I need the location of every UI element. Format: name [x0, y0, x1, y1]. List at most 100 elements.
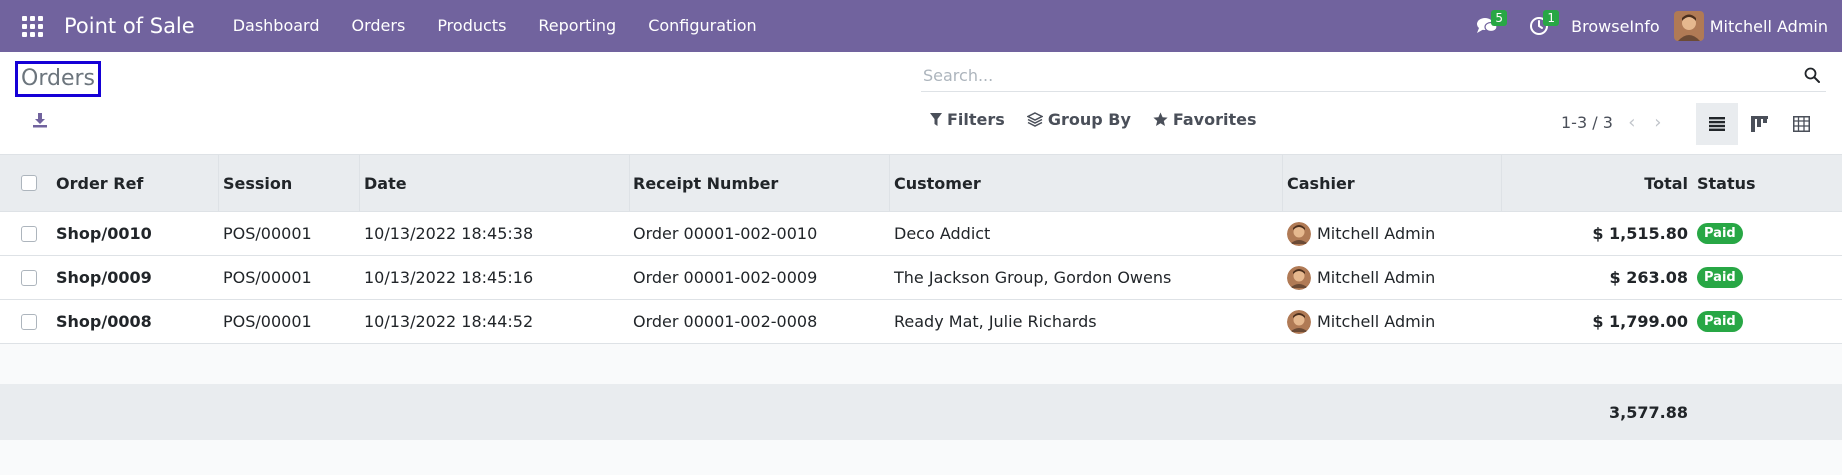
order-ref-cell: Shop/0008 [56, 312, 152, 331]
status-cell: Paid [1697, 300, 1743, 343]
select-all-checkbox[interactable] [21, 175, 37, 191]
menu-dashboard[interactable]: Dashboard [217, 0, 336, 52]
cashier-cell: Mitchell Admin [1287, 212, 1435, 255]
list-icon [1709, 117, 1725, 131]
pager: 1-3 / 3 ‹ › [1561, 112, 1671, 133]
cashier-name: Mitchell Admin [1317, 268, 1436, 287]
search-bar [921, 60, 1826, 92]
messages-button[interactable]: 5 [1461, 0, 1513, 52]
table-row[interactable]: Shop/0009 POS/00001 10/13/2022 18:45:16 … [0, 256, 1842, 300]
download-icon [33, 113, 47, 128]
cashier-name: Mitchell Admin [1317, 224, 1436, 243]
cashier-avatar [1287, 265, 1311, 290]
app-brand[interactable]: Point of Sale [64, 14, 217, 38]
receipt-cell: Order 00001-002-0008 [633, 312, 818, 331]
filters-label: Filters [947, 110, 1005, 129]
search-input[interactable] [921, 60, 1781, 90]
date-cell: 10/13/2022 18:45:16 [364, 268, 534, 287]
activities-button[interactable]: 1 [1513, 0, 1565, 52]
date-cell: 10/13/2022 18:44:52 [364, 312, 534, 331]
pivot-view-button[interactable] [1780, 103, 1822, 145]
column-status[interactable]: Status [1697, 155, 1756, 211]
table-row[interactable]: Shop/0010 POS/00001 10/13/2022 18:45:38 … [0, 212, 1842, 256]
order-ref-cell: Shop/0009 [56, 268, 152, 287]
menu-products[interactable]: Products [421, 0, 522, 52]
table-empty-space [0, 344, 1842, 384]
pager-value[interactable]: 1-3 / 3 [1561, 113, 1613, 132]
kanban-view-button[interactable] [1738, 103, 1780, 145]
group-by-label: Group By [1047, 110, 1131, 129]
status-badge: Paid [1697, 223, 1743, 244]
table-footer: 3,577.88 [0, 384, 1842, 440]
order-ref-cell: Shop/0010 [56, 224, 152, 243]
cashier-cell: Mitchell Admin [1287, 256, 1435, 299]
layers-icon [1026, 112, 1043, 127]
column-total[interactable]: Total [1506, 155, 1688, 211]
search-icon[interactable] [1804, 67, 1820, 83]
search-options: Filters Group By Favorites [930, 110, 1278, 129]
column-date[interactable]: Date [364, 155, 407, 211]
sum-total: 3,577.88 [1609, 402, 1688, 422]
row-select-cell [21, 256, 37, 299]
list-view-button[interactable] [1696, 103, 1738, 145]
total-cell: $ 1,515.80 [1592, 224, 1688, 243]
table-header: Order Ref Session Date Receipt Number Cu… [0, 154, 1842, 212]
user-avatar [1673, 11, 1704, 41]
session-cell: POS/00001 [223, 268, 312, 287]
column-receipt-number[interactable]: Receipt Number [633, 155, 778, 211]
receipt-cell: Order 00001-002-0010 [633, 224, 818, 243]
row-checkbox[interactable] [21, 313, 37, 330]
top-navbar: Point of Sale Dashboard Orders Products … [0, 0, 1842, 52]
column-separator [629, 155, 630, 211]
select-all-cell [21, 155, 37, 211]
view-switcher [1696, 103, 1822, 145]
session-cell: POS/00001 [223, 224, 312, 243]
status-badge: Paid [1697, 267, 1743, 288]
favorites-button[interactable]: Favorites [1153, 110, 1257, 129]
menu-configuration[interactable]: Configuration [632, 0, 773, 52]
column-separator [218, 155, 219, 211]
user-menu[interactable]: Mitchell Admin [1673, 11, 1842, 41]
user-name: Mitchell Admin [1709, 16, 1828, 36]
row-checkbox[interactable] [21, 225, 37, 242]
kanban-icon [1750, 116, 1768, 132]
status-cell: Paid [1697, 256, 1743, 299]
row-checkbox[interactable] [21, 269, 37, 286]
customer-cell: Ready Mat, Julie Richards [894, 312, 1097, 331]
customer-cell: The Jackson Group, Gordon Owens [894, 268, 1172, 287]
column-separator [889, 155, 890, 211]
apps-grid-icon [21, 15, 43, 37]
export-button[interactable] [32, 112, 48, 132]
messages-count-badge: 5 [1491, 10, 1508, 26]
status-badge: Paid [1697, 311, 1743, 332]
group-by-button[interactable]: Group By [1026, 110, 1131, 129]
date-cell: 10/13/2022 18:45:38 [364, 224, 534, 243]
star-icon [1153, 112, 1168, 126]
pager-next-icon[interactable]: › [1645, 112, 1671, 133]
row-select-cell [21, 212, 37, 255]
filters-button[interactable]: Filters [930, 110, 1005, 129]
systray: 5 1 BrowseInfo Mitchell Admin [1461, 0, 1842, 52]
pager-previous-icon[interactable]: ‹ [1619, 112, 1645, 133]
table-row[interactable]: Shop/0008 POS/00001 10/13/2022 18:44:52 … [0, 300, 1842, 344]
column-separator [1501, 155, 1502, 211]
column-cashier[interactable]: Cashier [1287, 155, 1355, 211]
column-order-ref[interactable]: Order Ref [56, 155, 143, 211]
total-cell: $ 263.08 [1609, 268, 1688, 287]
app-menu-button[interactable] [0, 0, 64, 52]
favorites-label: Favorites [1172, 110, 1257, 129]
receipt-cell: Order 00001-002-0009 [633, 268, 818, 287]
row-select-cell [21, 300, 37, 343]
column-separator [359, 155, 360, 211]
page-title: Orders [15, 61, 101, 97]
column-session[interactable]: Session [223, 155, 292, 211]
company-switcher[interactable]: BrowseInfo [1565, 17, 1674, 36]
column-customer[interactable]: Customer [894, 155, 981, 211]
session-cell: POS/00001 [223, 312, 312, 331]
cashier-cell: Mitchell Admin [1287, 300, 1435, 343]
menu-reporting[interactable]: Reporting [522, 0, 632, 52]
cashier-avatar [1287, 221, 1311, 246]
menu-orders[interactable]: Orders [336, 0, 422, 52]
main-menu: Dashboard Orders Products Reporting Conf… [217, 0, 773, 52]
filter-icon [930, 113, 942, 126]
